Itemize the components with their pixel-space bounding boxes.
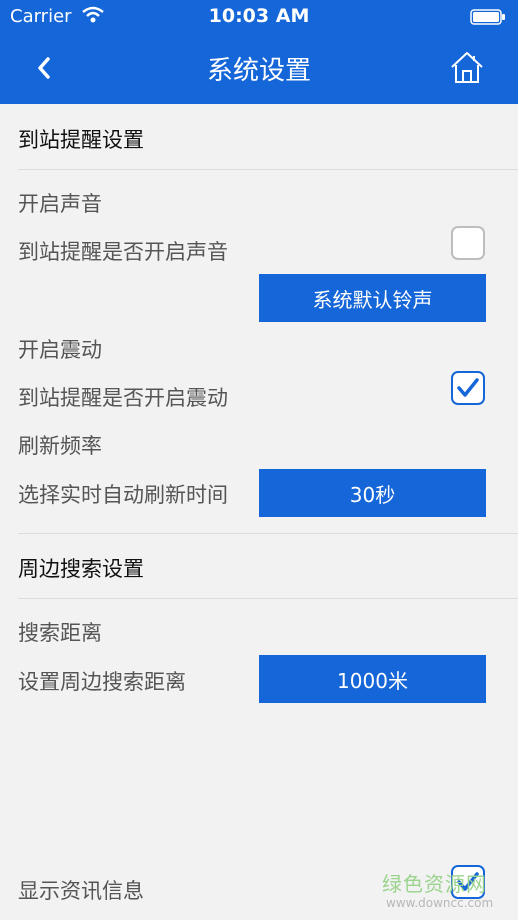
watermark: 绿色资源网 www.downcc.com [382, 868, 502, 916]
battery-icon [470, 9, 505, 25]
refresh-title: 刷新频率 [18, 434, 102, 458]
refresh-interval-button[interactable]: 30秒 [259, 469, 486, 517]
distance-title: 搜索距离 [18, 621, 102, 645]
distance-button[interactable]: 1000米 [259, 655, 486, 703]
clock-time: 10:03 AM [208, 5, 310, 27]
vibrate-title: 开启震动 [18, 338, 102, 362]
top-bar: Carrier 10:03 AM 系统设置 [0, 0, 518, 104]
divider [18, 533, 518, 534]
divider [18, 169, 518, 170]
watermark-url: www.downcc.com [386, 896, 494, 910]
distance-label: 设置周边搜索距离 [18, 670, 186, 694]
section-title-nearby: 周边搜索设置 [18, 557, 144, 581]
ringtone-button[interactable]: 系统默认铃声 [259, 274, 486, 322]
status-bar: Carrier 10:03 AM [0, 0, 518, 34]
vibrate-checkbox[interactable] [451, 371, 485, 405]
section-title-arrival: 到站提醒设置 [18, 128, 144, 152]
sound-label: 到站提醒是否开启声音 [18, 240, 228, 264]
home-icon[interactable] [448, 49, 486, 87]
refresh-label: 选择实时自动刷新时间 [18, 483, 228, 507]
sound-title: 开启声音 [18, 192, 102, 216]
watermark-text: 绿色资源网 [382, 872, 487, 896]
nav-bar: 系统设置 [0, 34, 518, 104]
news-label: 显示资讯信息 [18, 879, 144, 903]
page-title: 系统设置 [206, 56, 311, 86]
divider [18, 598, 518, 599]
checkmark-icon [457, 378, 479, 397]
vibrate-label: 到站提醒是否开启震动 [18, 386, 228, 410]
sound-checkbox[interactable] [451, 226, 485, 260]
